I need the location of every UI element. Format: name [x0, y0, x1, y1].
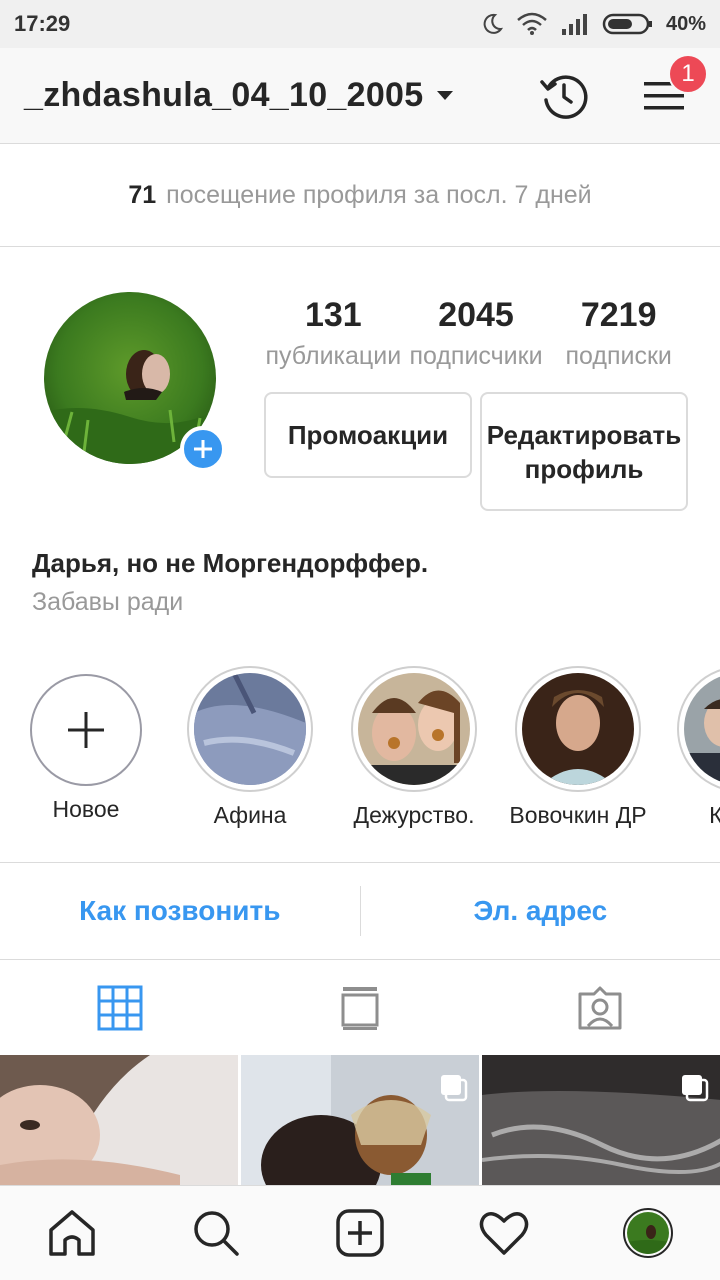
contact-bar: Как позвонить Эл. адрес — [0, 862, 720, 960]
signal-icon — [561, 14, 587, 35]
post-thumbnail[interactable] — [482, 1055, 720, 1185]
stat-value: 7219 — [580, 296, 657, 334]
stat-posts[interactable]: 131 публикации — [262, 292, 405, 371]
menu-button[interactable]: 1 — [632, 53, 708, 128]
call-button[interactable]: Как позвонить — [0, 895, 360, 927]
nav-profile[interactable] — [612, 1197, 684, 1269]
add-post-icon — [336, 1209, 384, 1257]
stat-value: 131 — [304, 296, 362, 334]
visits-text: посещение профиля за посл. 7 дней — [166, 181, 592, 209]
highlight-ring — [677, 666, 720, 792]
nav-add-post[interactable] — [324, 1197, 396, 1269]
multiple-photos-icon — [682, 1075, 709, 1102]
highlight-ring — [515, 666, 641, 792]
tab-tagged[interactable] — [480, 984, 720, 1032]
highlight-label: КОРЕ — [709, 802, 720, 828]
plus-icon — [68, 712, 104, 748]
story-highlights: Новое Афина Дежурство. Вовочкин ДР К — [0, 666, 720, 836]
profile-avatar[interactable] — [44, 292, 226, 472]
highlight-ring — [187, 666, 313, 792]
highlight-label: Дежурство. — [353, 802, 475, 828]
bottom-navigation — [0, 1185, 720, 1280]
promotions-button[interactable]: Промоакции — [264, 392, 472, 478]
tab-grid[interactable] — [0, 984, 240, 1032]
status-bar: 17:29 40% — [0, 0, 720, 48]
highlight-cover — [522, 673, 634, 785]
highlight-item[interactable]: Афина — [160, 666, 340, 829]
profile-avatar-small — [623, 1208, 673, 1258]
wifi-icon — [517, 12, 547, 35]
highlight-cover — [194, 673, 306, 785]
heart-icon — [479, 1212, 529, 1255]
highlight-item[interactable]: КОРЕ — [650, 666, 720, 829]
profile-stats: 131 публикации 2045 подписчики 7219 подп… — [262, 292, 690, 371]
search-icon — [194, 1211, 239, 1256]
highlight-label: Афина — [213, 802, 287, 828]
highlight-cover — [358, 673, 470, 785]
moon-icon — [483, 13, 504, 34]
status-icons: 40% — [480, 12, 706, 36]
username-switcher[interactable]: _zhdashula_04_10_2005 — [24, 76, 423, 115]
battery-icon — [602, 13, 652, 35]
profile-bio: Забавы ради — [32, 588, 184, 616]
battery-percent: 40% — [665, 12, 706, 35]
status-time: 17:29 — [14, 11, 71, 36]
post-thumbnail[interactable] — [241, 1055, 479, 1185]
archive-history-button[interactable] — [532, 64, 596, 128]
tagged-icon — [578, 986, 622, 1030]
highlight-new[interactable]: Новое — [0, 666, 176, 823]
stat-following[interactable]: 7219 подписки — [547, 292, 690, 371]
nav-search[interactable] — [180, 1197, 252, 1269]
stat-label: подписки — [565, 342, 672, 370]
highlight-item[interactable]: Дежурство. — [324, 666, 504, 829]
highlight-ring — [351, 666, 477, 792]
chevron-down-icon[interactable] — [437, 91, 454, 100]
profile-visits-banner[interactable]: 71 посещение профиля за посл. 7 дней — [0, 145, 720, 247]
plus-icon — [194, 440, 212, 458]
add-story-button[interactable] — [180, 426, 226, 472]
notification-badge: 1 — [668, 53, 708, 94]
visits-count: 71 — [128, 181, 157, 209]
stat-label: подписчики — [409, 342, 543, 370]
multiple-photos-icon — [441, 1075, 468, 1102]
tab-feed[interactable] — [240, 984, 480, 1032]
home-icon — [49, 1210, 95, 1256]
stat-followers[interactable]: 2045 подписчики — [405, 292, 548, 371]
profile-tabs — [0, 961, 720, 1055]
highlight-label: Новое — [52, 796, 120, 822]
highlight-cover — [684, 673, 720, 785]
nav-activity[interactable] — [468, 1197, 540, 1269]
edit-profile-button[interactable]: Редактировать профиль — [480, 392, 688, 511]
posts-grid — [0, 1055, 720, 1185]
profile-full-name: Дарья, но не Моргендорффер. — [32, 548, 429, 578]
profile-header: _zhdashula_04_10_2005 1 — [0, 48, 720, 144]
header-actions: 1 — [532, 53, 708, 128]
grid-icon — [97, 985, 143, 1031]
highlight-label: Вовочкин ДР — [509, 802, 647, 828]
history-icon — [540, 74, 588, 119]
highlight-item[interactable]: Вовочкин ДР — [488, 666, 668, 829]
new-highlight-circle — [30, 674, 142, 786]
feed-icon — [341, 987, 379, 1030]
email-button[interactable]: Эл. адрес — [361, 895, 720, 927]
stat-value: 2045 — [438, 296, 514, 334]
nav-home[interactable] — [36, 1197, 108, 1269]
post-thumbnail[interactable] — [0, 1055, 238, 1185]
stat-label: публикации — [265, 342, 402, 370]
